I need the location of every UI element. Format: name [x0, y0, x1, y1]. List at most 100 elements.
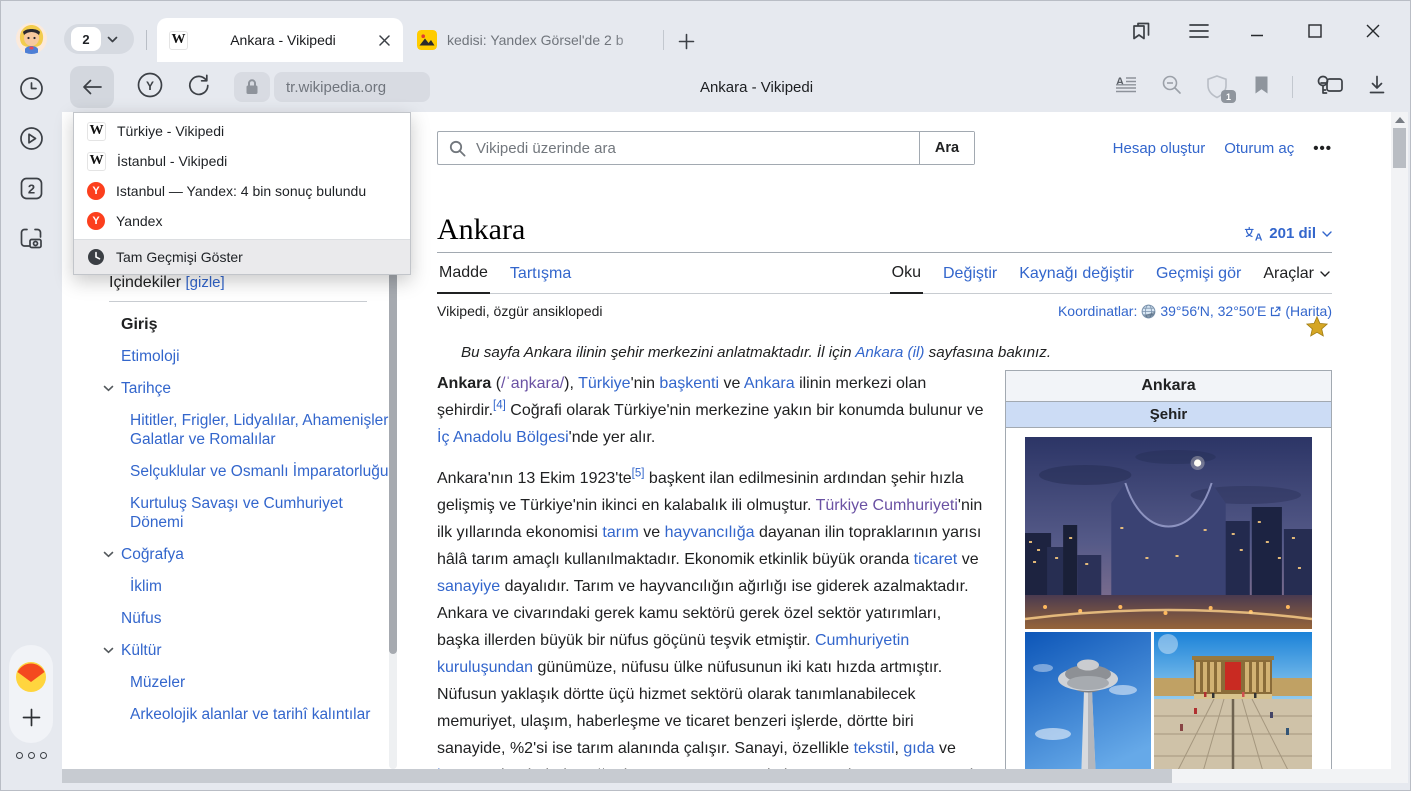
history-item-istanbul-yandex[interactable]: Y Istanbul — Yandex: 4 bin sonuç bulundu [74, 176, 410, 206]
search-submit-button[interactable]: Ara [919, 132, 974, 164]
article-link[interactable]: Ankara [744, 375, 795, 392]
toc-scrollbar-thumb[interactable] [389, 272, 397, 654]
search-input[interactable] [476, 132, 919, 164]
toc-item-kultur[interactable]: Kültür [121, 641, 162, 660]
tab-madde[interactable]: Madde [437, 264, 490, 294]
yandex-mail-icon[interactable] [15, 661, 47, 693]
article-link[interactable]: sanayiye [437, 578, 500, 595]
horizontal-scrollbar-thumb[interactable] [62, 769, 1172, 783]
window-close-button[interactable] [1361, 19, 1385, 43]
article-link[interactable]: /ˈaŋkara/ [501, 375, 564, 392]
coordinates-label[interactable]: Koordinatlar: [1058, 303, 1137, 319]
tab-degistir[interactable]: Değiştir [941, 265, 999, 293]
toc-collapse-chevron-icon[interactable] [103, 647, 114, 654]
screenshot-icon[interactable] [13, 220, 49, 256]
toc-header: İçindekiler [gizle] [102, 274, 394, 292]
toc-item-iklim[interactable]: İklim [130, 578, 162, 595]
close-tab-icon[interactable] [378, 34, 391, 47]
ankara-night-skyline-photo[interactable] [1025, 437, 1312, 629]
article-link[interactable]: tekstil [854, 740, 895, 757]
toc-item-cografya[interactable]: Coğrafya [121, 545, 184, 564]
create-account-link[interactable]: Hesap oluştur [1113, 140, 1206, 157]
tab-manager-icon[interactable]: 2 [13, 170, 49, 206]
article-link[interactable]: ticaret [914, 551, 958, 568]
article-link[interactable]: gıda [903, 740, 934, 757]
url-address-field[interactable]: tr.wikipedia.org [274, 72, 430, 102]
yandex-button[interactable]: Y [136, 71, 164, 104]
tab-yandex-gorsel[interactable]: kedisi: Yandex Görsel'de 2 b [407, 18, 659, 62]
article-link[interactable]: [5] [632, 468, 645, 480]
bookmarks-panel-icon[interactable] [1129, 19, 1153, 43]
language-selector-button[interactable]: A 201 dil [1244, 225, 1332, 242]
article-link[interactable]: Türkiye [578, 375, 630, 392]
arrow-left-icon [81, 78, 103, 96]
featured-article-star-icon[interactable] [1306, 316, 1328, 340]
article-link[interactable]: tarım [602, 524, 638, 541]
toc-item-kurtulus[interactable]: Kurtuluş Savaşı ve Cumhuriyet Dönemi [130, 495, 343, 531]
new-tab-button[interactable] [672, 27, 700, 55]
vertical-scrollbar-thumb[interactable] [1393, 128, 1406, 168]
tab-kaynagi-degistir[interactable]: Kaynağı değiştir [1017, 265, 1136, 293]
downloads-icon[interactable] [1367, 74, 1387, 101]
add-bookmark-icon[interactable] [1253, 75, 1270, 100]
history-item-yandex[interactable]: Y Yandex [74, 206, 410, 236]
window-minimize-button[interactable] [1245, 19, 1269, 43]
menu-hamburger-icon[interactable] [1187, 19, 1211, 43]
globe-icon [1141, 304, 1156, 319]
tools-menu-button[interactable]: Araçlar [1261, 265, 1332, 293]
tab-title: Ankara - Vikipedi [196, 32, 370, 48]
history-icon[interactable] [13, 70, 49, 106]
profile-avatar[interactable] [16, 23, 47, 54]
toc-item-arkeolojik[interactable]: Arkeolojik alanlar ve tarihî kalıntılar [130, 706, 370, 723]
passwords-icon[interactable] [1315, 73, 1345, 102]
toc-collapse-chevron-icon[interactable] [103, 551, 114, 558]
translate-reader-icon[interactable]: A [1115, 75, 1139, 100]
article-title-row: Ankara A 201 dil [437, 212, 1332, 253]
tab-tartisma[interactable]: Tartışma [508, 265, 573, 293]
tab-oku[interactable]: Oku [890, 264, 923, 294]
tab-gecmisi-gor[interactable]: Geçmişi gör [1154, 265, 1243, 293]
add-shortcut-plus-icon[interactable] [22, 708, 41, 727]
toc-collapse-chevron-icon[interactable] [103, 385, 114, 392]
sign-in-link[interactable]: Oturum aç [1224, 140, 1294, 157]
anitkabir-photo[interactable] [1154, 632, 1312, 769]
toc-item-etimoloji[interactable]: Etimoloji [121, 348, 180, 365]
toc-item-selcuklular[interactable]: Selçuklular ve Osmanlı İmparatorluğu [130, 463, 388, 480]
history-item-turkiye[interactable]: W Türkiye - Vikipedi [74, 116, 410, 146]
wikipedia-favicon-icon: W [87, 152, 106, 171]
reload-button[interactable] [186, 72, 212, 103]
article-link[interactable]: hayvancılığa [665, 524, 755, 541]
wiki-header-row: Ara Hesap oluştur Oturum aç ••• [437, 131, 1332, 165]
article-link[interactable]: Ankara (il) [855, 344, 924, 361]
protect-shield-icon[interactable]: 1 [1205, 74, 1231, 100]
sidebar-more-dots-icon[interactable] [0, 752, 62, 759]
window-maximize-button[interactable] [1303, 19, 1327, 43]
show-full-history-item[interactable]: Tam Geçmişi Göster [74, 240, 410, 274]
tab-ankara-vikipedi[interactable]: W Ankara - Vikipedi [157, 18, 403, 62]
toc-item-giris[interactable]: Giriş [102, 315, 394, 334]
scroll-up-arrow[interactable] [1395, 117, 1405, 123]
site-security-button[interactable] [234, 72, 270, 102]
infobox-ankara: Ankara Şehir [1005, 370, 1332, 769]
media-play-icon[interactable] [13, 120, 49, 156]
toc-item-hititler[interactable]: Hititler, Frigler, Lidyalılar, Ahamenişl… [130, 412, 392, 448]
coordinates-value-link[interactable]: 39°56′N, 32°50′E [1160, 303, 1266, 319]
zoom-out-icon[interactable] [1161, 74, 1183, 101]
toc-hide-link[interactable]: [gizle] [185, 274, 224, 291]
back-button[interactable] [70, 66, 114, 108]
personal-tools-menu[interactable]: ••• [1313, 140, 1332, 157]
toc-item-nufus[interactable]: Nüfus [121, 610, 162, 627]
article-link[interactable]: [4] [493, 400, 506, 412]
article-link[interactable]: İç Anadolu Bölgesi [437, 429, 569, 446]
scrollbar-corner [1391, 769, 1408, 783]
article-link[interactable]: başkenti [659, 375, 719, 392]
toc-item-tarihce[interactable]: Tarihçe [121, 379, 171, 398]
atakule-tower-photo[interactable] [1025, 632, 1151, 769]
toc-list: Giriş Etimoloji Tarihçe Hititler, Frigle… [102, 315, 394, 724]
infobox-settlement-type: Şehir [1006, 402, 1331, 428]
tab-counter-control[interactable]: 2 [64, 24, 134, 54]
clock-icon [87, 248, 105, 266]
history-item-istanbul-wiki[interactable]: W İstanbul - Vikipedi [74, 146, 410, 176]
toc-item-muzeler[interactable]: Müzeler [130, 674, 185, 691]
article-link[interactable]: Türkiye Cumhuriyeti [816, 497, 958, 514]
